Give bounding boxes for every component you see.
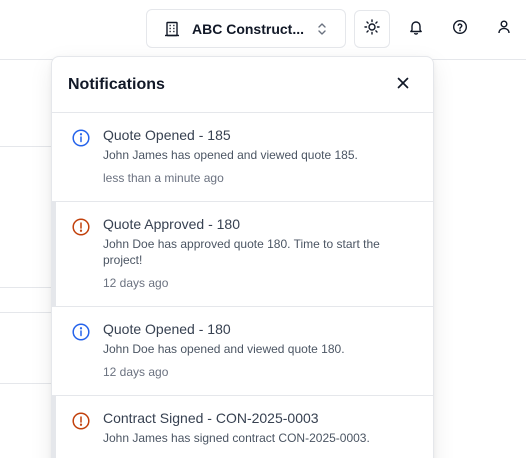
info-icon [72, 129, 90, 147]
notification-item[interactable]: Quote Opened - 180 John Doe has opened a… [52, 307, 433, 396]
close-icon [397, 76, 409, 94]
notification-body: John Doe has approved quote 180. Time to… [103, 237, 380, 267]
info-icon [72, 323, 90, 341]
background-card [0, 312, 52, 384]
notification-item[interactable]: Contract Signed - CON-2025-0003 John Jam… [52, 396, 433, 458]
chevron-up-down-icon [315, 21, 329, 37]
alert-icon [72, 412, 90, 430]
notifications-panel: Notifications Quote Opened - 185 John Ja… [51, 56, 434, 458]
notification-body: John Doe has opened and viewed quote 180… [103, 342, 345, 356]
user-icon [496, 19, 512, 40]
sun-icon [364, 18, 380, 40]
notification-title: Quote Approved - 180 [103, 216, 240, 232]
notification-title: Contract Signed - CON-2025-0003 [103, 410, 319, 426]
help-circle-icon [452, 19, 468, 40]
top-bar: ABC Construct... [0, 0, 526, 60]
notification-time: 12 days ago [103, 365, 169, 379]
building-icon [164, 21, 180, 37]
theme-toggle-button[interactable] [354, 10, 390, 48]
alert-icon [72, 218, 90, 236]
notification-title: Quote Opened - 185 [103, 127, 231, 143]
background-card [0, 146, 52, 288]
close-button[interactable] [393, 75, 413, 95]
notifications-title: Notifications [68, 75, 165, 93]
notification-time: 12 days ago [103, 276, 169, 290]
notification-time: less than a minute ago [103, 171, 224, 185]
notifications-button[interactable] [398, 10, 434, 48]
company-switcher[interactable]: ABC Construct... [146, 9, 346, 48]
notification-item[interactable]: Quote Opened - 185 John James has opened… [52, 113, 433, 202]
notifications-header: Notifications [52, 57, 433, 113]
account-button[interactable] [486, 10, 522, 48]
notification-item[interactable]: Quote Approved - 180 John Doe has approv… [52, 202, 433, 307]
company-name: ABC Construct... [192, 20, 304, 37]
notification-title: Quote Opened - 180 [103, 321, 231, 337]
notification-body: John James has signed contract CON-2025-… [103, 431, 370, 445]
notification-body: John James has opened and viewed quote 1… [103, 148, 358, 162]
help-button[interactable] [442, 10, 478, 48]
bell-icon [408, 19, 424, 40]
